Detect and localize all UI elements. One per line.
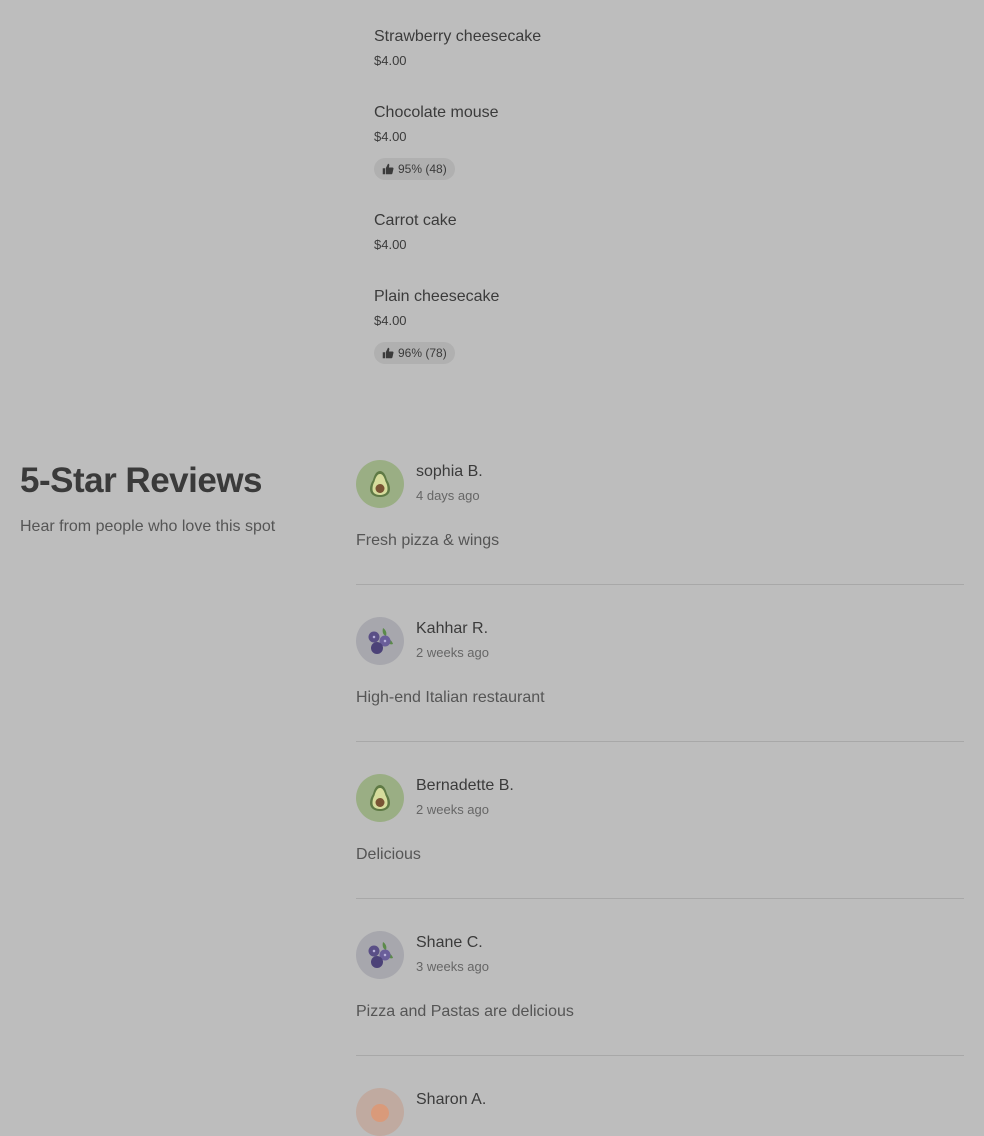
divider [356, 1055, 964, 1056]
review-card: Sharon A. [356, 1088, 964, 1136]
review-card: Kahhar R. 2 weeks ago High-end Italian r… [356, 617, 964, 708]
review-text: Fresh pizza & wings [356, 532, 500, 549]
menu-item-carrot-cake[interactable]: Carrot cake $4.00 [374, 212, 457, 253]
rating-text: 96% (78) [398, 346, 447, 360]
divider [356, 584, 964, 585]
divider [356, 741, 964, 742]
review-text: Delicious [356, 846, 421, 863]
avatar [356, 931, 404, 979]
menu-item-name: Plain cheesecake [374, 288, 500, 305]
review-timestamp: 2 weeks ago [416, 645, 489, 660]
avocado-icon [370, 785, 390, 811]
blueberry-icon [368, 628, 393, 654]
avatar [356, 460, 404, 508]
avatar [356, 1088, 404, 1136]
avocado-icon [370, 471, 390, 497]
reviewer-name[interactable]: Sharon A. [416, 1091, 486, 1109]
review-card: Bernadette B. 2 weeks ago Delicious [356, 774, 964, 865]
rating-badge: 96% (78) [374, 342, 455, 364]
reviews-section-header: 5-Star Reviews Hear from people who love… [20, 459, 275, 537]
reviews-title: 5-Star Reviews [20, 461, 263, 500]
menu-item-price: $4.00 [374, 53, 407, 68]
menu-item-chocolate-mouse[interactable]: Chocolate mouse $4.00 95% (48) [374, 104, 499, 180]
menu-item-name: Carrot cake [374, 212, 457, 229]
menu-item-plain-cheesecake[interactable]: Plain cheesecake $4.00 96% (78) [374, 288, 499, 364]
review-card: sophia B. 4 days ago Fresh pizza & wings [356, 460, 964, 551]
reviewer-name[interactable]: sophia B. [416, 463, 483, 481]
review-timestamp: 4 days ago [416, 488, 480, 503]
divider [356, 898, 964, 899]
review-card: Shane C. 3 weeks ago Pizza and Pastas ar… [356, 931, 964, 1022]
blueberry-icon [368, 942, 393, 968]
reviewer-name[interactable]: Bernadette B. [416, 777, 514, 795]
menu-item-name: Chocolate mouse [374, 104, 499, 121]
thumbs-up-icon [382, 347, 394, 359]
reviewer-name[interactable]: Shane C. [416, 934, 489, 952]
reviews-subtitle: Hear from people who love this spot [20, 518, 276, 535]
menu-item-price: $4.00 [374, 237, 407, 252]
thumbs-up-icon [382, 163, 394, 175]
menu-item-strawberry-cheesecake[interactable]: Strawberry cheesecake $4.00 [374, 28, 541, 69]
review-timestamp: 2 weeks ago [416, 802, 489, 817]
menu-item-name: Strawberry cheesecake [374, 28, 542, 45]
review-text: High-end Italian restaurant [356, 689, 545, 706]
review-timestamp: 3 weeks ago [416, 959, 489, 974]
menu-item-price: $4.00 [374, 313, 407, 328]
peach-icon [371, 1104, 389, 1122]
menu-item-price: $4.00 [374, 129, 407, 144]
avatar [356, 774, 404, 822]
rating-text: 95% (48) [398, 162, 447, 176]
avatar [356, 617, 404, 665]
rating-badge: 95% (48) [374, 158, 455, 180]
reviewer-name[interactable]: Kahhar R. [416, 620, 489, 638]
review-text: Pizza and Pastas are delicious [356, 1003, 574, 1020]
